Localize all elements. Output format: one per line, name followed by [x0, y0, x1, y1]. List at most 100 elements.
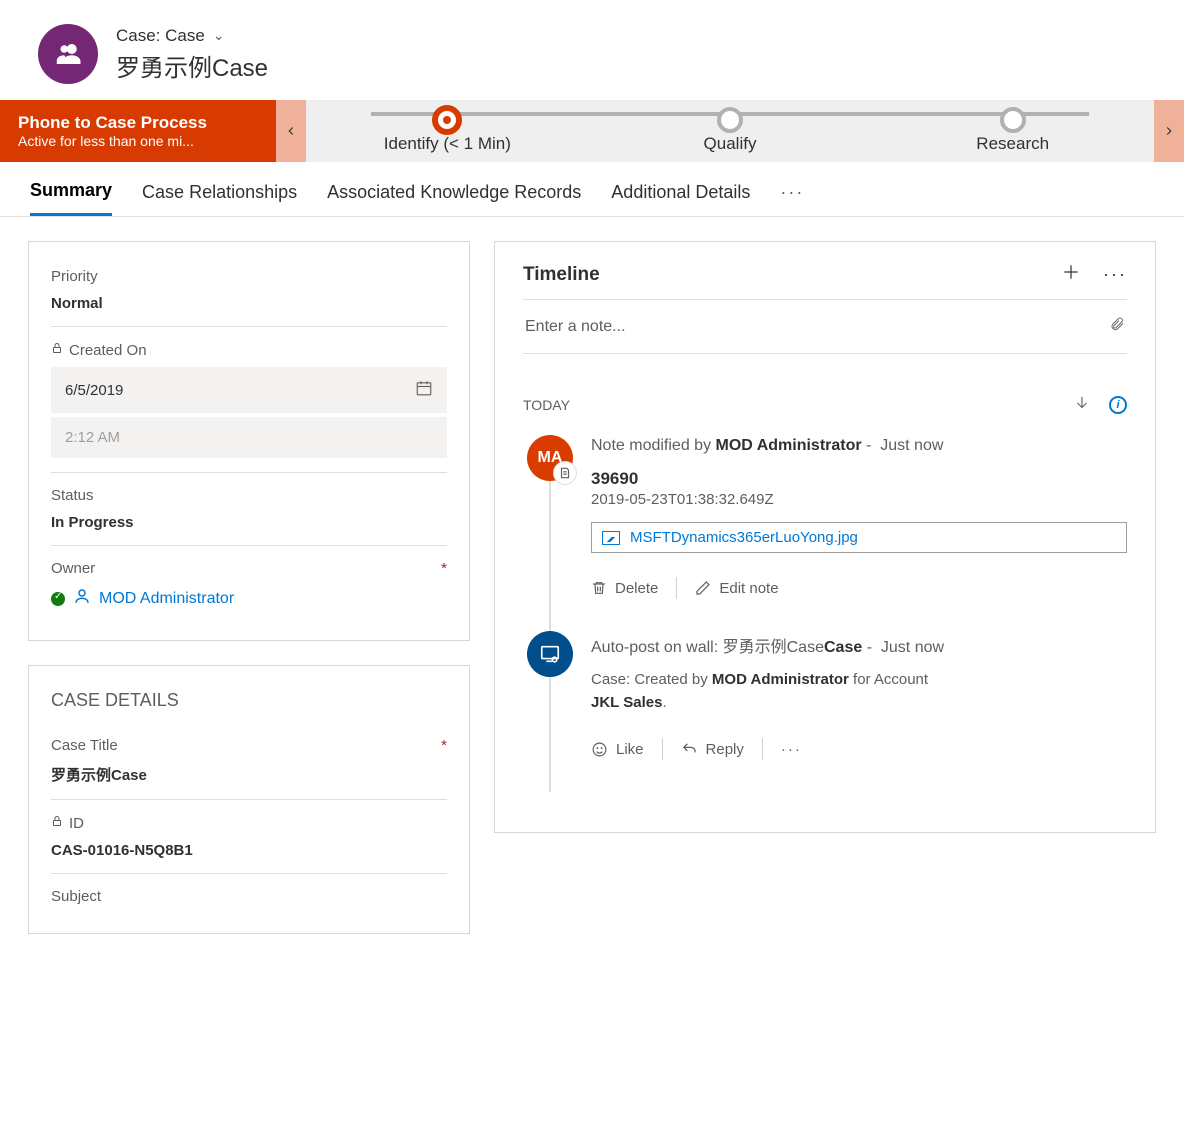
- priority-value[interactable]: Normal: [51, 287, 447, 316]
- bpf-stage-label: Identify (< 1 Min): [384, 134, 511, 153]
- like-label: Like: [616, 741, 644, 758]
- trash-icon: [591, 580, 607, 596]
- entity-selector[interactable]: Case: Case ⌄: [116, 26, 268, 46]
- edit-label: Edit note: [719, 580, 778, 597]
- reply-label: Reply: [706, 741, 744, 758]
- delete-button[interactable]: Delete: [591, 580, 676, 597]
- subject-label: Subject: [51, 884, 447, 907]
- id-value: CAS-01016-N5Q8B1: [51, 834, 447, 863]
- bpf-next-button[interactable]: [1154, 100, 1184, 162]
- bpf-prev-button[interactable]: [276, 100, 306, 162]
- createdon-time-value: 2:12 AM: [65, 429, 120, 446]
- required-indicator: *: [441, 737, 447, 754]
- tab-knowledge-records[interactable]: Associated Knowledge Records: [327, 182, 581, 215]
- tl-sep: -: [867, 639, 881, 656]
- bpf-stage-indicator: [1000, 107, 1026, 133]
- record-title: 罗勇示例Case: [116, 48, 268, 83]
- timeline-heading: Timeline: [523, 264, 600, 286]
- calendar-icon: [415, 379, 433, 401]
- createdon-date-input[interactable]: 6/5/2019: [51, 367, 447, 413]
- bpf-status[interactable]: Phone to Case Process Active for less th…: [0, 100, 276, 162]
- bpf-stage-label: Research: [976, 134, 1049, 153]
- createdon-date-value: 6/5/2019: [65, 382, 123, 399]
- presence-ok-icon: [51, 592, 65, 606]
- business-process-flow: Phone to Case Process Active for less th…: [0, 100, 1184, 162]
- note-placeholder: Enter a note...: [525, 318, 626, 336]
- timeline-today-label: TODAY: [523, 397, 570, 413]
- status-value[interactable]: In Progress: [51, 506, 447, 535]
- note-title: 39690: [591, 469, 1127, 489]
- timeline-item-note[interactable]: MA Note modified by MOD Administrator - …: [527, 435, 1127, 631]
- attachment-link[interactable]: MSFTDynamics365erLuoYong.jpg: [630, 529, 858, 546]
- delete-label: Delete: [615, 580, 658, 597]
- tl-age: Just now: [880, 437, 943, 454]
- timeline-more-button[interactable]: ···: [1103, 264, 1127, 285]
- priority-label: Priority: [51, 264, 447, 287]
- info-icon[interactable]: i: [1109, 396, 1127, 414]
- post-prefix: Case: Created by: [591, 671, 712, 688]
- post-mid: for Account: [849, 671, 928, 688]
- owner-label: Owner: [51, 560, 95, 577]
- tab-summary[interactable]: Summary: [30, 180, 112, 216]
- note-timestamp: 2019-05-23T01:38:32.649Z: [591, 491, 1127, 508]
- sort-icon[interactable]: [1073, 394, 1091, 415]
- note-icon: [553, 461, 577, 485]
- bpf-stage-label: Qualify: [704, 134, 757, 153]
- tl-text: Auto-post on wall:: [591, 639, 723, 656]
- edit-note-button[interactable]: Edit note: [677, 580, 796, 597]
- post-suffix: .: [662, 694, 666, 711]
- tl-sep: -: [866, 437, 880, 454]
- timeline-avatar: MA: [527, 435, 573, 481]
- tab-additional-details[interactable]: Additional Details: [611, 182, 750, 215]
- case-title-value[interactable]: 罗勇示例Case: [51, 756, 447, 789]
- owner-lookup[interactable]: MOD Administrator: [51, 579, 447, 614]
- tab-case-relationships[interactable]: Case Relationships: [142, 182, 297, 215]
- post-account: JKL Sales: [591, 694, 662, 711]
- status-label: Status: [51, 483, 447, 506]
- bpf-stage-indicator: [432, 105, 462, 135]
- like-button[interactable]: Like: [591, 741, 662, 758]
- id-label: ID: [69, 815, 84, 832]
- general-card: Priority Normal Created On 6/5/2019: [28, 241, 470, 641]
- case-title-label: Case Title: [51, 737, 118, 754]
- timeline-item-post[interactable]: Auto-post on wall: 罗勇示例CaseCase - Just n…: [527, 631, 1127, 792]
- pencil-icon: [695, 580, 711, 596]
- lock-icon: [51, 341, 63, 359]
- bpf-stage-research[interactable]: Research: [871, 108, 1154, 154]
- tab-overflow-button[interactable]: ···: [780, 182, 804, 215]
- case-details-title: CASE DETAILS: [29, 666, 469, 723]
- smile-icon: [591, 741, 608, 758]
- timeline-avatar: [527, 631, 573, 677]
- bpf-stage-qualify[interactable]: Qualify: [589, 108, 872, 154]
- case-details-card: CASE DETAILS Case Title * 罗勇示例Case: [28, 665, 470, 934]
- tl-age: Just now: [881, 639, 944, 656]
- chevron-down-icon: ⌄: [213, 27, 225, 44]
- record-header: Case: Case ⌄ 罗勇示例Case: [0, 0, 1184, 100]
- reply-button[interactable]: Reply: [663, 741, 762, 758]
- timeline-add-button[interactable]: [1061, 262, 1081, 287]
- bpf-stage-indicator: [717, 107, 743, 133]
- bpf-stage-identify[interactable]: Identify (< 1 Min): [306, 108, 589, 154]
- system-post-icon: [539, 643, 561, 665]
- createdon-label: Created On: [69, 342, 147, 359]
- tl-actor: MOD Administrator: [716, 437, 862, 454]
- note-input[interactable]: Enter a note...: [523, 299, 1127, 354]
- image-icon: [602, 531, 620, 545]
- reply-icon: [681, 741, 698, 758]
- post-actor: MOD Administrator: [712, 671, 849, 688]
- bpf-duration: Active for less than one mi...: [18, 133, 258, 149]
- owner-value: MOD Administrator: [99, 590, 234, 608]
- tl-text: Note modified by: [591, 437, 716, 454]
- post-more-button[interactable]: ···: [763, 741, 820, 758]
- post-body: Case: Created by MOD Administrator for A…: [591, 669, 1127, 714]
- required-indicator: *: [441, 560, 447, 577]
- entity-label: Case: Case: [116, 26, 205, 46]
- lock-icon: [51, 814, 63, 832]
- attachment-box[interactable]: MSFTDynamics365erLuoYong.jpg: [591, 522, 1127, 553]
- bpf-name: Phone to Case Process: [18, 113, 258, 133]
- timeline-card: Timeline ··· Enter a note... TODAY: [494, 241, 1156, 833]
- attachment-icon[interactable]: [1109, 314, 1125, 339]
- tl-subject: 罗勇示例Case: [723, 639, 824, 656]
- tl-bold: Case: [824, 639, 862, 656]
- createdon-time-input[interactable]: 2:12 AM: [51, 417, 447, 458]
